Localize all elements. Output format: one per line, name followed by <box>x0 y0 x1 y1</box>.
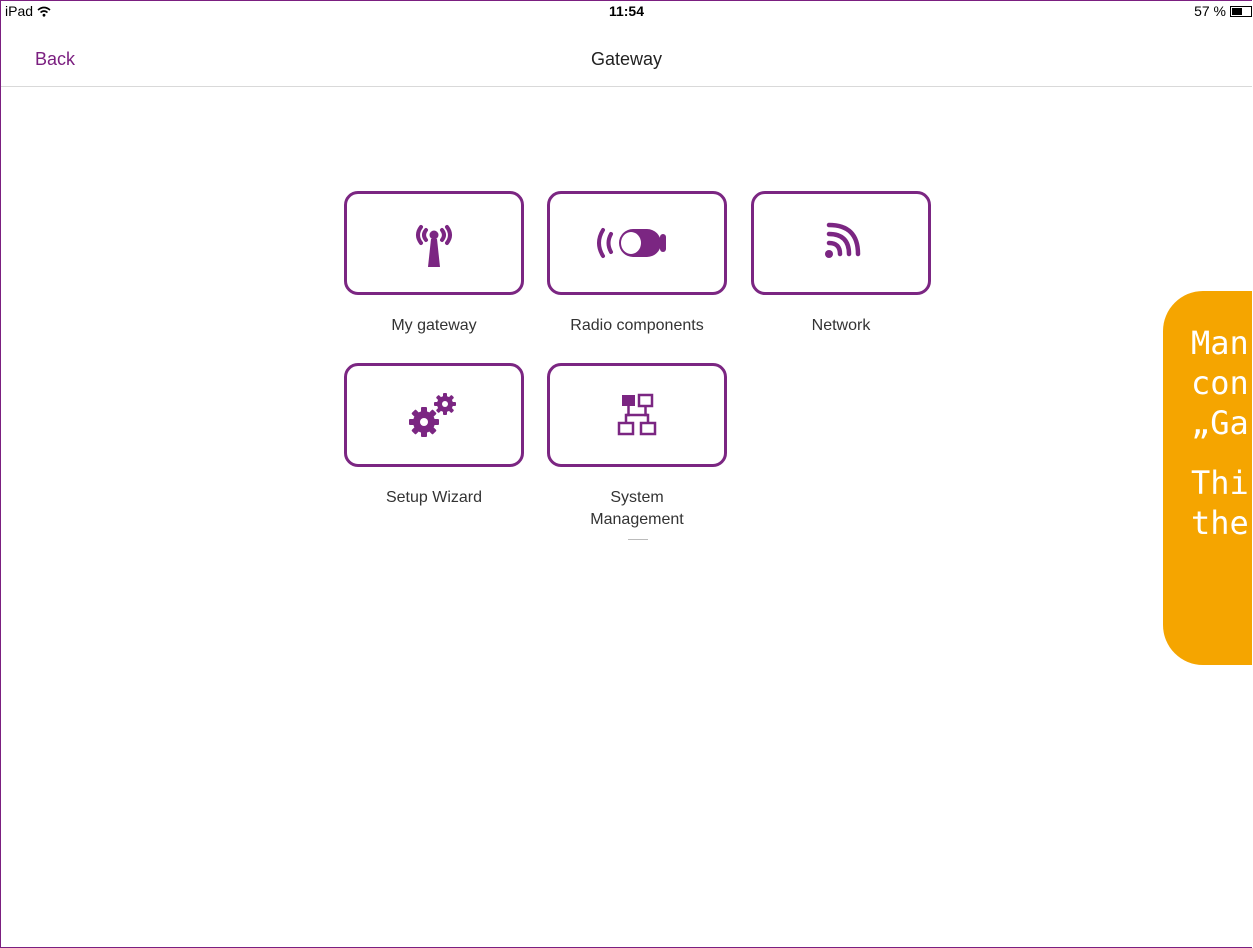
page-title: Gateway <box>590 49 663 69</box>
network-hierarchy-icon <box>617 393 657 436</box>
battery-level <box>1232 7 1242 15</box>
callout-paragraph-2: Thi the <box>1191 463 1252 543</box>
radio-component-icon <box>597 228 666 258</box>
signal-icon <box>825 222 861 258</box>
callout-line: „Ga <box>1191 404 1249 442</box>
text-cursor-mark <box>628 539 648 540</box>
tile-network[interactable] <box>751 191 931 295</box>
tile-system-management[interactable] <box>547 363 727 467</box>
tile-label-network: Network <box>811 317 871 334</box>
callout-line: the <box>1191 504 1249 542</box>
tile-label-setup-wizard: Setup Wizard <box>385 489 483 506</box>
tile-label-system-management: System Management <box>590 489 684 528</box>
status-bar: iPad 11:54 57 % <box>1 1 1252 21</box>
tile-radio-components[interactable] <box>547 191 727 295</box>
tile-label-my-gateway: My gateway <box>391 317 477 334</box>
callout-line: Man <box>1191 324 1249 362</box>
gears-icon <box>409 393 456 437</box>
status-right: 57 % <box>1194 3 1252 19</box>
tile-label-radio-components: Radio components <box>570 317 704 334</box>
tile-setup-wizard[interactable] <box>344 363 524 467</box>
tile-my-gateway[interactable] <box>344 191 524 295</box>
app-frame: iPad 11:54 57 % Back Gateway My gateway … <box>0 0 1252 948</box>
callout-line: con <box>1191 364 1249 402</box>
callout-line: Thi <box>1191 464 1249 502</box>
battery-percent: 57 % <box>1194 3 1226 19</box>
callout-paragraph-1: Man con „Ga <box>1191 323 1252 443</box>
clock: 11:54 <box>608 3 645 19</box>
callout-bubble: Man con „Ga Thi the <box>1163 291 1252 665</box>
antenna-icon <box>416 225 452 267</box>
battery-icon <box>1230 5 1252 17</box>
navigation-bar: Back Gateway <box>1 21 1252 87</box>
